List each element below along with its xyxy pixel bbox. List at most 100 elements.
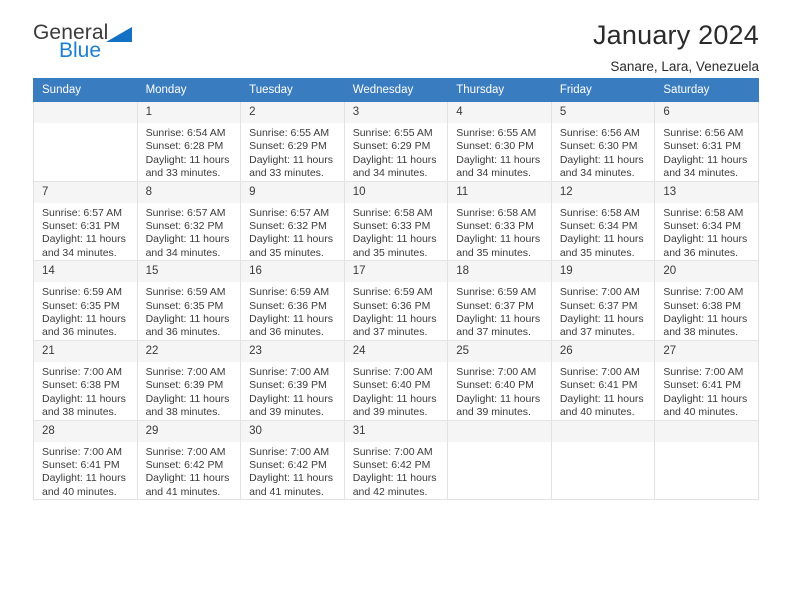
sunrise-time: Sunrise: 6:55 AM bbox=[352, 127, 433, 139]
sunrise-time: Sunrise: 7:00 AM bbox=[352, 445, 433, 458]
calendar-body: 1 Sunrise: 6:54 AM Sunset: 6:28 PM Daylight… bbox=[33, 101, 759, 501]
daylight-duration-line1: Daylight: 11 hours bbox=[456, 233, 541, 246]
day-details: Sunrise: 6:56 AM Sunset: 6:30 PM Daylight:… bbox=[552, 123, 655, 181]
day-number: 4 bbox=[448, 102, 551, 123]
day-number: 31 bbox=[344, 420, 448, 442]
calendar-day-cell[interactable]: 29 Sunrise: 7:00 AM Sunset: 6:42 PM Dayligh… bbox=[136, 419, 242, 501]
day-number: 19 bbox=[551, 261, 655, 283]
sunrise-time: Sunrise: 7:00 AM bbox=[456, 365, 537, 378]
calendar-day-cell[interactable]: 10 Sunrise: 6:58 AM Sunset: 6:33 PM Dayligh… bbox=[343, 180, 449, 262]
day-number: 8 bbox=[137, 181, 241, 203]
calendar-day-cell[interactable]: 12 Sunrise: 6:58 AM Sunset: 6:34 PM Dayligh… bbox=[550, 180, 656, 262]
daylight-duration-line2: and 33 minutes. bbox=[145, 167, 221, 180]
sunset-time: Sunset: 6:32 PM bbox=[249, 220, 327, 233]
calendar-day-cell[interactable]: 1 Sunrise: 6:54 AM Sunset: 6:28 PM Daylight… bbox=[136, 101, 242, 182]
day-number: 15 bbox=[137, 261, 241, 283]
sunset-time: Sunset: 6:37 PM bbox=[559, 299, 638, 312]
day-number: 13 bbox=[655, 181, 758, 203]
sunrise-time: Sunrise: 7:00 AM bbox=[352, 365, 433, 378]
calendar-day-cell[interactable]: 4 Sunrise: 6:55 AM Sunset: 6:30 PM Daylight… bbox=[447, 101, 552, 182]
day-number: 29 bbox=[137, 420, 241, 442]
calendar-day-cell[interactable]: 8 Sunrise: 6:57 AM Sunset: 6:32 PM Daylight… bbox=[136, 180, 242, 262]
calendar-day-cell[interactable]: 3 Sunrise: 6:55 AM Sunset: 6:29 PM Daylight… bbox=[343, 101, 449, 182]
day-details: Sunrise: 6:57 AM Sunset: 6:31 PM Daylight:… bbox=[34, 203, 137, 261]
calendar-day-cell[interactable]: 14 Sunrise: 6:59 AM Sunset: 6:35 PM Dayligh… bbox=[33, 260, 138, 341]
day-details: Sunrise: 6:59 AM Sunset: 6:35 PM Daylight:… bbox=[34, 282, 137, 340]
calendar-day-cell[interactable]: 23 Sunrise: 7:00 AM Sunset: 6:39 PM Dayligh… bbox=[240, 339, 345, 421]
daylight-duration-line2: and 34 minutes. bbox=[42, 246, 117, 259]
sunset-time: Sunset: 6:33 PM bbox=[352, 220, 431, 233]
calendar-day-cell[interactable]: 19 Sunrise: 7:00 AM Sunset: 6:37 PM Dayligh… bbox=[550, 260, 656, 341]
calendar-header-row: Sunday Monday Tuesday Wednesday Thursday… bbox=[33, 78, 759, 102]
brand-logo-general-text: General bbox=[33, 21, 109, 44]
calendar-day-cell[interactable]: 16 Sunrise: 6:59 AM Sunset: 6:36 PM Dayligh… bbox=[240, 260, 345, 341]
sunrise-time: Sunrise: 7:00 AM bbox=[559, 365, 640, 378]
day-number: 7 bbox=[34, 181, 137, 203]
calendar-day-cell[interactable]: 30 Sunrise: 7:00 AM Sunset: 6:42 PM Dayligh… bbox=[240, 419, 345, 501]
daylight-duration-line2: and 38 minutes. bbox=[663, 326, 739, 339]
sunset-time: Sunset: 6:34 PM bbox=[663, 220, 742, 233]
sunset-time: Sunset: 6:30 PM bbox=[456, 140, 534, 153]
day-number: 9 bbox=[241, 181, 344, 203]
daylight-duration-line2: and 37 minutes. bbox=[559, 326, 635, 339]
daylight-duration-line1: Daylight: 11 hours bbox=[456, 313, 541, 326]
day-details: Sunrise: 6:54 AM Sunset: 6:28 PM Daylight:… bbox=[138, 123, 241, 181]
calendar-day-cell[interactable]: 6 Sunrise: 6:56 AM Sunset: 6:31 PM Daylight… bbox=[654, 101, 759, 182]
day-details: Sunrise: 6:57 AM Sunset: 6:32 PM Daylight:… bbox=[241, 203, 344, 261]
calendar-day-cell[interactable]: 2 Sunrise: 6:55 AM Sunset: 6:29 PM Daylight… bbox=[240, 101, 345, 182]
calendar-page: General Blue January 2024 Sanare, Lara, … bbox=[0, 0, 792, 612]
calendar-day-cell[interactable]: 5 Sunrise: 6:56 AM Sunset: 6:30 PM Daylight… bbox=[550, 101, 656, 182]
calendar-day-cell[interactable]: 11 Sunrise: 6:58 AM Sunset: 6:33 PM Dayligh… bbox=[447, 180, 552, 262]
triangle-icon bbox=[106, 27, 133, 42]
weekday-header-monday: Monday bbox=[136, 78, 242, 102]
calendar-day-cell[interactable]: 20 Sunrise: 7:00 AM Sunset: 6:38 PM Dayligh… bbox=[654, 260, 759, 341]
day-number: 20 bbox=[655, 261, 758, 283]
calendar-day-cell[interactable]: 27 Sunrise: 7:00 AM Sunset: 6:41 PM Dayligh… bbox=[654, 339, 759, 421]
calendar-day-cell[interactable]: 24 Sunrise: 7:00 AM Sunset: 6:40 PM Dayligh… bbox=[343, 339, 449, 421]
sunset-time: Sunset: 6:41 PM bbox=[663, 379, 742, 392]
daylight-duration-line2: and 37 minutes. bbox=[456, 326, 531, 339]
calendar-day-cell[interactable]: 28 Sunrise: 7:00 AM Sunset: 6:41 PM Dayligh… bbox=[33, 419, 138, 501]
brand-logo-line1-row: General bbox=[33, 21, 133, 44]
day-details: Sunrise: 7:00 AM Sunset: 6:39 PM Daylight:… bbox=[138, 362, 241, 420]
sunset-time: Sunset: 6:31 PM bbox=[42, 220, 120, 233]
sunset-time: Sunset: 6:39 PM bbox=[249, 379, 327, 392]
calendar-day-cell[interactable]: 17 Sunrise: 6:59 AM Sunset: 6:36 PM Dayligh… bbox=[343, 260, 449, 341]
sunrise-time: Sunrise: 6:59 AM bbox=[42, 286, 122, 299]
daylight-duration-line1: Daylight: 11 hours bbox=[42, 392, 126, 405]
calendar-day-cell[interactable]: 21 Sunrise: 7:00 AM Sunset: 6:38 PM Dayligh… bbox=[33, 339, 138, 421]
calendar-day-cell[interactable]: 18 Sunrise: 6:59 AM Sunset: 6:37 PM Dayligh… bbox=[447, 260, 552, 341]
calendar-day-cell[interactable]: 9 Sunrise: 6:57 AM Sunset: 6:32 PM Daylight… bbox=[240, 180, 345, 262]
day-details: Sunrise: 7:00 AM Sunset: 6:40 PM Daylight:… bbox=[448, 362, 551, 420]
calendar-day-cell[interactable]: 26 Sunrise: 7:00 AM Sunset: 6:41 PM Dayligh… bbox=[550, 339, 656, 421]
daylight-duration-line1: Daylight: 11 hours bbox=[559, 392, 644, 405]
calendar-day-cell[interactable]: 25 Sunrise: 7:00 AM Sunset: 6:40 PM Dayligh… bbox=[447, 339, 552, 421]
calendar-day-cell[interactable]: 13 Sunrise: 6:58 AM Sunset: 6:34 PM Dayligh… bbox=[654, 180, 759, 262]
day-number: 6 bbox=[655, 102, 758, 123]
sunset-time: Sunset: 6:41 PM bbox=[559, 379, 638, 392]
daylight-duration-line1: Daylight: 11 hours bbox=[145, 313, 230, 326]
sunrise-time: Sunrise: 6:56 AM bbox=[663, 127, 744, 139]
calendar-day-cell[interactable]: 15 Sunrise: 6:59 AM Sunset: 6:35 PM Dayligh… bbox=[136, 260, 242, 341]
calendar-day-cell[interactable]: 22 Sunrise: 7:00 AM Sunset: 6:39 PM Dayligh… bbox=[136, 339, 242, 421]
daylight-duration-line2: and 35 minutes. bbox=[352, 246, 428, 259]
daylight-duration-line1: Daylight: 11 hours bbox=[145, 153, 230, 166]
brand-logo[interactable]: General Blue bbox=[33, 0, 133, 61]
sunrise-time: Sunrise: 7:00 AM bbox=[145, 365, 226, 378]
day-number: 22 bbox=[137, 340, 241, 362]
calendar-day-cell[interactable]: 31 Sunrise: 7:00 AM Sunset: 6:42 PM Dayligh… bbox=[343, 419, 449, 501]
daylight-duration-line1: Daylight: 11 hours bbox=[42, 233, 126, 246]
sunrise-time: Sunrise: 7:00 AM bbox=[663, 365, 744, 378]
sunrise-time: Sunrise: 6:59 AM bbox=[145, 286, 226, 299]
daylight-duration-line1: Daylight: 11 hours bbox=[663, 392, 748, 405]
sunrise-time: Sunrise: 6:57 AM bbox=[249, 206, 330, 219]
daylight-duration-line1: Daylight: 11 hours bbox=[352, 233, 437, 246]
day-number: 21 bbox=[34, 340, 137, 362]
sunrise-time: Sunrise: 6:59 AM bbox=[352, 286, 433, 299]
daylight-duration-line2: and 34 minutes. bbox=[559, 167, 635, 180]
daylight-duration-line1: Daylight: 11 hours bbox=[42, 472, 126, 485]
daylight-duration-line2: and 38 minutes. bbox=[42, 406, 117, 419]
daylight-duration-line1: Daylight: 11 hours bbox=[456, 392, 541, 405]
calendar-day-cell[interactable]: 7 Sunrise: 6:57 AM Sunset: 6:31 PM Daylight… bbox=[33, 180, 138, 262]
sunrise-time: Sunrise: 6:57 AM bbox=[145, 206, 226, 219]
